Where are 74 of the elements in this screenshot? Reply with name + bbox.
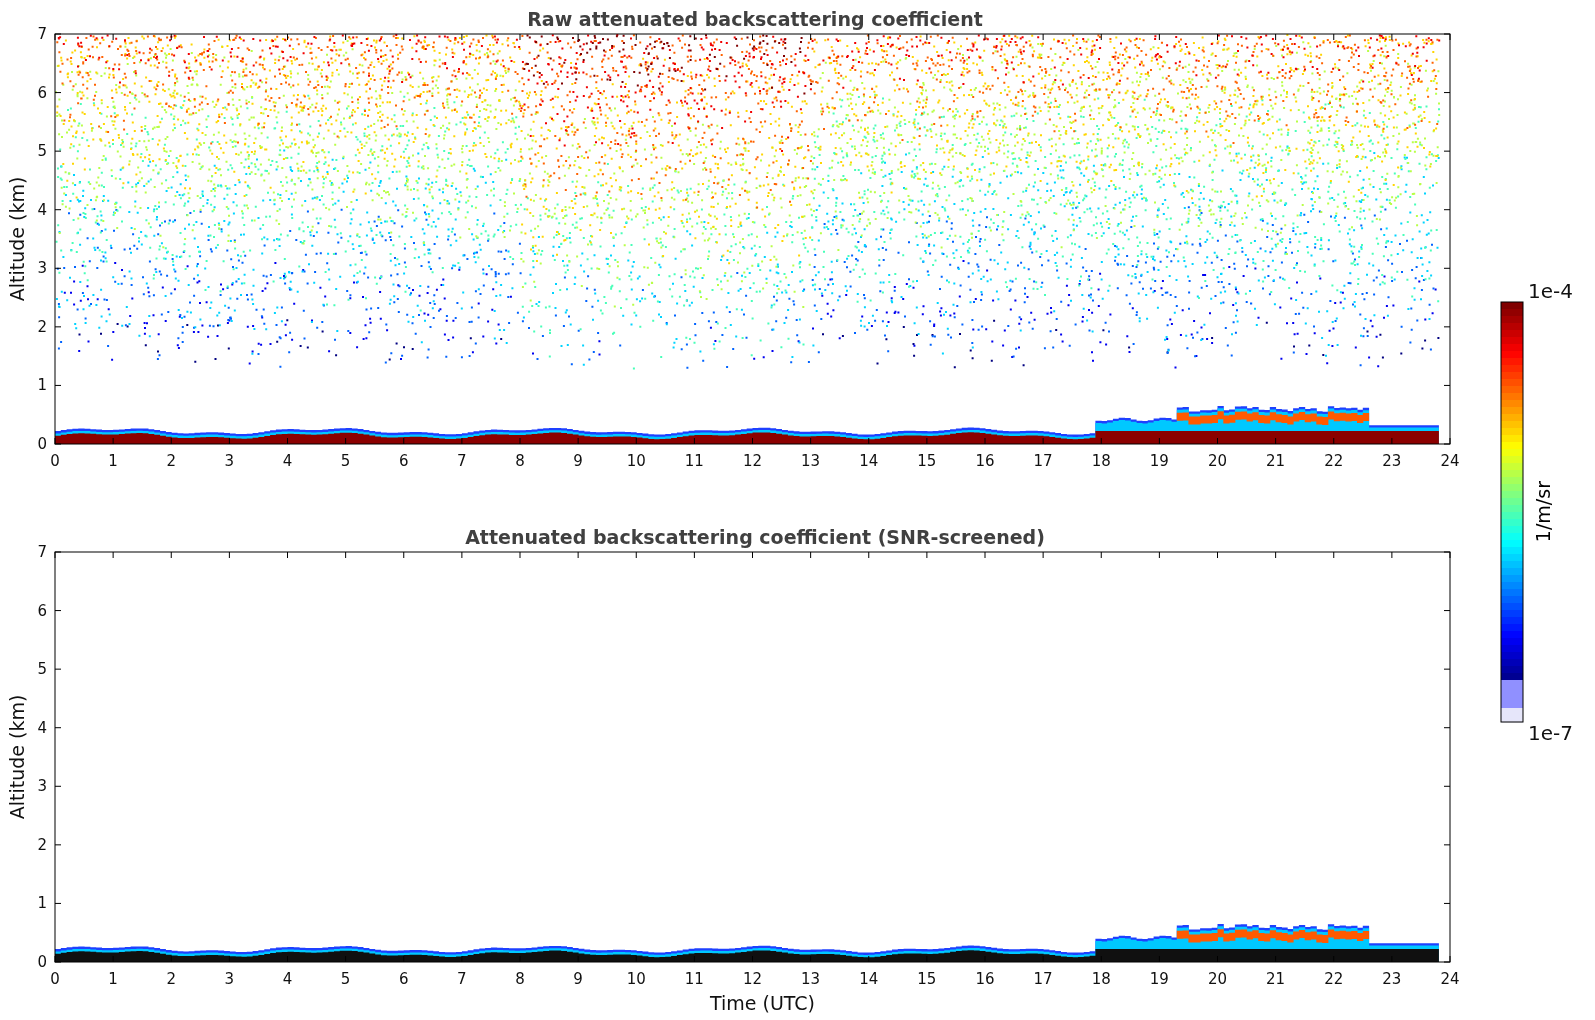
tick-label: 11	[684, 970, 704, 988]
tick-label: 4	[282, 452, 293, 470]
tick-label: 14	[859, 970, 879, 988]
tick-label: 10	[626, 452, 646, 470]
tick-label: 11	[684, 452, 704, 470]
axis-label: Altitude (km)	[6, 694, 29, 820]
tick-label: 23	[1382, 970, 1402, 988]
tick-label: 5	[340, 970, 351, 988]
tick-label: 22	[1324, 452, 1344, 470]
colorbar-min-label: 1e-7	[1528, 723, 1573, 743]
tick-label: 20	[1207, 970, 1228, 988]
tick-label: 2	[37, 835, 47, 854]
tick-label: 20	[1207, 452, 1228, 470]
tick-label: 5	[340, 452, 351, 470]
tick-label: 23	[1382, 452, 1402, 470]
tick-label: 0	[37, 953, 47, 971]
tick-label: 16	[975, 452, 995, 470]
tick-label: 19	[1149, 452, 1169, 470]
tick-label: 0	[50, 970, 60, 988]
tick-label: 0	[37, 435, 47, 453]
tick-label: 13	[801, 452, 821, 470]
axis-label: Time (UTC)	[710, 992, 815, 1014]
tick-label: 7	[457, 970, 467, 988]
tick-label: 6	[399, 452, 409, 470]
tick-label: 5	[37, 142, 47, 161]
tick-label: 15	[917, 970, 937, 988]
tick-label: 18	[1091, 970, 1111, 988]
tick-label: 22	[1324, 970, 1344, 988]
colorbar-max-label: 1e-4	[1528, 281, 1573, 301]
tick-label: 3	[37, 259, 47, 278]
tick-label: 16	[975, 970, 995, 988]
tick-label: 24	[1440, 452, 1460, 470]
tick-label: 6	[37, 83, 47, 102]
chart-title: Attenuated backscattering coefficient (SNR-screened)	[465, 526, 1045, 548]
tick-label: 1	[108, 452, 118, 470]
tick-label: 7	[37, 543, 47, 561]
tick-label: 3	[224, 970, 235, 988]
tick-label: 9	[573, 970, 583, 988]
axis-label: Altitude (km)	[6, 176, 29, 302]
tick-label: 2	[37, 317, 47, 336]
tick-label: 0	[50, 452, 60, 470]
tick-label: 8	[515, 970, 525, 988]
tick-label: 15	[917, 452, 937, 470]
tick-label: 6	[399, 970, 409, 988]
tick-label: 1	[108, 970, 118, 988]
tick-label: 19	[1149, 970, 1169, 988]
colorbar-unit-label: 1/m/sr	[1532, 481, 1554, 543]
tick-label: 17	[1033, 452, 1053, 470]
tick-label: 6	[37, 601, 47, 620]
tick-label: 21	[1266, 970, 1286, 988]
tick-label: 4	[37, 200, 47, 219]
tick-label: 13	[801, 970, 821, 988]
tick-label: 4	[282, 970, 293, 988]
tick-label: 3	[37, 777, 47, 796]
tick-label: 10	[626, 970, 646, 988]
tick-label: 21	[1266, 452, 1286, 470]
tick-label: 3	[224, 452, 235, 470]
tick-label: 4	[37, 718, 47, 737]
tick-label: 12	[742, 452, 763, 470]
tick-label: 9	[573, 452, 583, 470]
tick-label: 1	[37, 376, 47, 395]
tick-label: 17	[1033, 970, 1053, 988]
tick-label: 2	[166, 970, 176, 988]
tick-label: 7	[457, 452, 467, 470]
tick-label: 5	[37, 660, 47, 679]
tick-label: 2	[166, 452, 176, 470]
tick-label: 1	[37, 894, 47, 913]
tick-label: 8	[515, 452, 525, 470]
tick-label: 12	[742, 970, 763, 988]
tick-label: 7	[37, 25, 47, 43]
tick-label: 14	[859, 452, 879, 470]
tick-label: 24	[1440, 970, 1460, 988]
tick-label: 18	[1091, 452, 1111, 470]
chart-title: Raw attenuated backscattering coefficient	[527, 8, 983, 30]
